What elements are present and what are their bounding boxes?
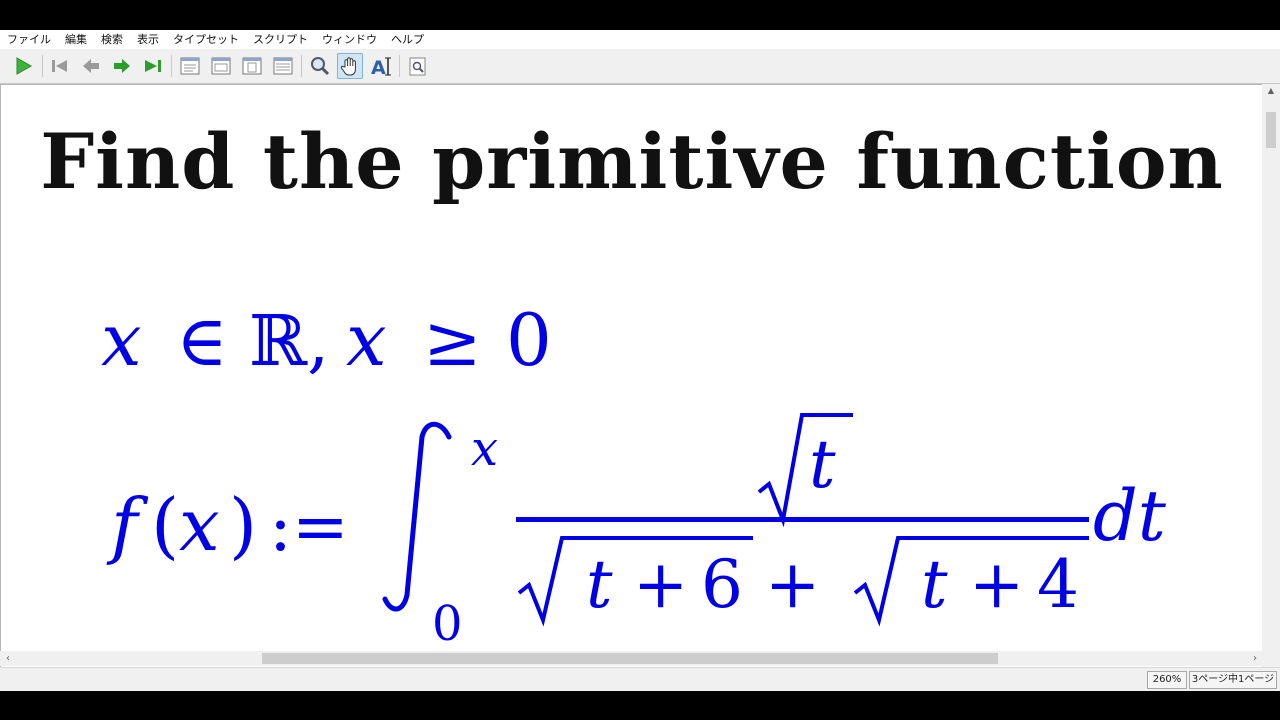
find-icon [409,57,426,76]
menu-bar: ファイル 編集 検索 表示 タイプセット スクリプト ウィンドウ ヘルプ [0,30,1280,49]
toolbar: A [0,49,1280,84]
pdf-page-view[interactable]: Find the primitive function x ∈ ℝ, x ≥ 0… [0,84,1262,681]
toolbar-separator [301,55,302,77]
vertical-scrollbar[interactable]: ▲ ▼ [1262,84,1280,681]
next-page-icon [114,59,130,73]
page-view-icon [273,57,293,75]
view-mode-button-1[interactable] [177,53,203,79]
magnifier-icon [311,57,330,76]
viewer-window: ファイル 編集 検索 表示 タイプセット スクリプト ウィンドウ ヘルプ A F… [0,30,1280,691]
previous-page-icon [83,59,99,73]
function-f: f [106,483,149,567]
toolbar-separator [42,55,43,77]
find-button[interactable] [405,53,431,79]
right-paren: ) [229,483,257,567]
horizontal-scrollbar[interactable]: ‹ › [0,651,1262,666]
reals-symbol: ℝ, [249,300,329,382]
toolbar-separator [399,55,400,77]
menu-search[interactable]: 検索 [94,30,130,49]
numerator-t: t [809,426,836,503]
assign-symbol: := [269,488,349,567]
first-page-button[interactable] [47,53,73,79]
numerator-radical [757,413,853,528]
integral-sign [382,421,452,612]
typeset-button[interactable] [10,53,36,79]
menu-file[interactable]: ファイル [0,30,58,49]
integral-upper-limit: x [471,421,498,477]
view-mode-button-2[interactable] [208,53,234,79]
denominator-four: 4 [1037,546,1079,623]
scroll-left-arrow-icon[interactable]: ‹ [1,651,15,666]
geq-symbol: ≥ [423,300,482,382]
hand-tool-icon [340,57,356,76]
scroll-right-arrow-icon[interactable]: › [1248,651,1262,666]
vertical-scroll-thumb[interactable] [1266,112,1276,148]
denominator-t-1: t [586,546,613,623]
status-bar: 260% 3ページ中1ページ [0,667,1280,691]
page-view-icon [211,57,231,75]
page-view-icon [180,57,200,75]
next-page-button[interactable] [109,53,135,79]
previous-page-button[interactable] [78,53,104,79]
menu-view[interactable]: 表示 [130,30,166,49]
zoom-level[interactable]: 260% [1147,671,1187,689]
view-mode-button-3[interactable] [239,53,265,79]
element-of-symbol: ∈ [176,300,228,382]
left-paren: ( [151,483,179,567]
menu-window[interactable]: ウィンドウ [315,30,384,49]
domain-var-x: x [101,298,142,382]
magnify-button[interactable] [307,53,333,79]
menu-typeset[interactable]: タイプセット [166,30,246,49]
fraction-bar [516,517,1089,522]
svg-text:A: A [371,57,386,79]
page-indicator: 3ページ中1ページ [1189,671,1277,689]
horizontal-scroll-thumb[interactable] [262,653,998,664]
hand-tool-button[interactable] [337,53,363,79]
first-page-icon [52,60,67,72]
last-page-icon [145,60,161,72]
denominator-six: 6 [701,546,743,623]
denominator-t-2: t [921,546,948,623]
math-content: x ∈ ℝ, x ≥ 0 f ( x ) := x 0 t t + 6 + t … [101,298,1167,652]
domain-var-x-2: x [346,298,387,382]
differential-dt: dt [1093,475,1167,557]
denominator-plus-2: + [969,546,1024,623]
scroll-up-arrow-icon[interactable]: ▲ [1262,84,1280,98]
view-mode-button-4[interactable] [270,53,296,79]
select-text-button[interactable]: A [368,53,394,79]
menu-script[interactable]: スクリプト [246,30,315,49]
page-view-icon [242,57,262,75]
toolbar-separator [171,55,172,77]
text-select-icon: A [371,57,391,79]
play-icon [16,57,33,75]
last-page-button[interactable] [140,53,166,79]
integral-lower-limit: 0 [432,596,463,652]
denominator-plus-middle: + [765,546,820,623]
menu-help[interactable]: ヘルプ [384,30,431,49]
domain-zero: 0 [506,298,552,382]
menu-edit[interactable]: 編集 [58,30,94,49]
function-arg-x: x [179,483,220,567]
denominator-plus-1: + [633,546,688,623]
